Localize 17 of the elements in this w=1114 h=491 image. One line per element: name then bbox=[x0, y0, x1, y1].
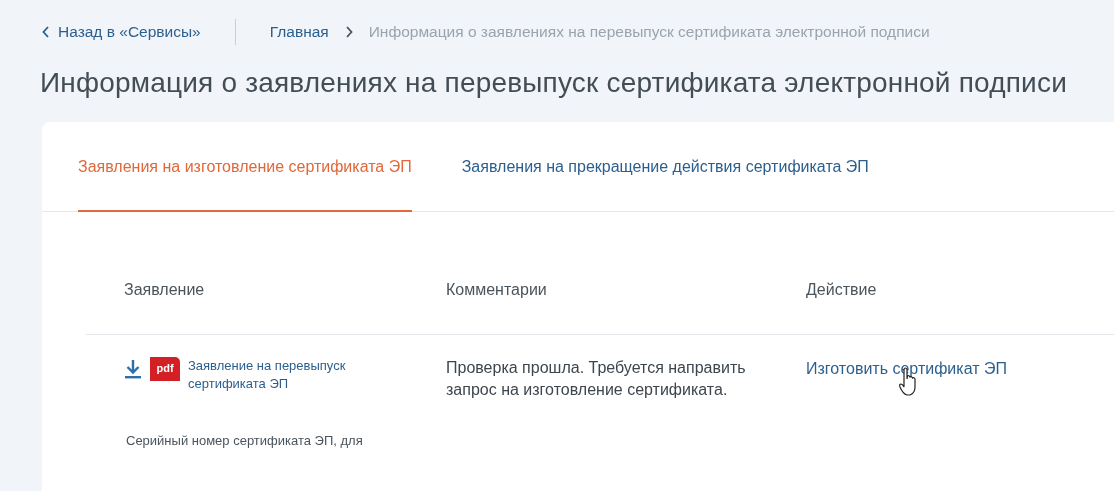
pdf-file-icon: pdf bbox=[150, 356, 180, 381]
back-link[interactable]: Назад в «Сервисы» bbox=[42, 20, 201, 44]
tab[interactable]: Заявления на прекращение действия сертификата ЭП bbox=[461, 121, 869, 212]
breadcrumb-link[interactable]: Главная bbox=[269, 20, 329, 44]
download-icon[interactable] bbox=[124, 358, 142, 379]
column-header: Действие bbox=[806, 279, 877, 300]
page-title: Информация о заявлениях на перевыпуск сертификата электронной подписи bbox=[40, 66, 1068, 100]
document-link[interactable]: Заявление на перевыпуск сертификата ЭП bbox=[188, 356, 388, 395]
comment-text: Проверка прошла. Требуется направить запрос на изготовление сертификата. bbox=[446, 357, 747, 400]
footer-note: Серийный номер сертификата ЭП, для bbox=[126, 432, 364, 451]
column-header: Комментарии bbox=[446, 279, 548, 300]
column-header: Заявление bbox=[124, 279, 206, 300]
chevron-right-icon bbox=[344, 26, 353, 38]
breadcrumb-current: Информация о заявлениях на перевыпуск сертификата электронной подписи bbox=[368, 22, 930, 43]
action-link[interactable]: Изготовить сертификат ЭП bbox=[806, 359, 1007, 377]
chevron-left-icon bbox=[42, 26, 50, 38]
tab[interactable]: Заявления на изготовление сертификата ЭП bbox=[78, 121, 412, 212]
